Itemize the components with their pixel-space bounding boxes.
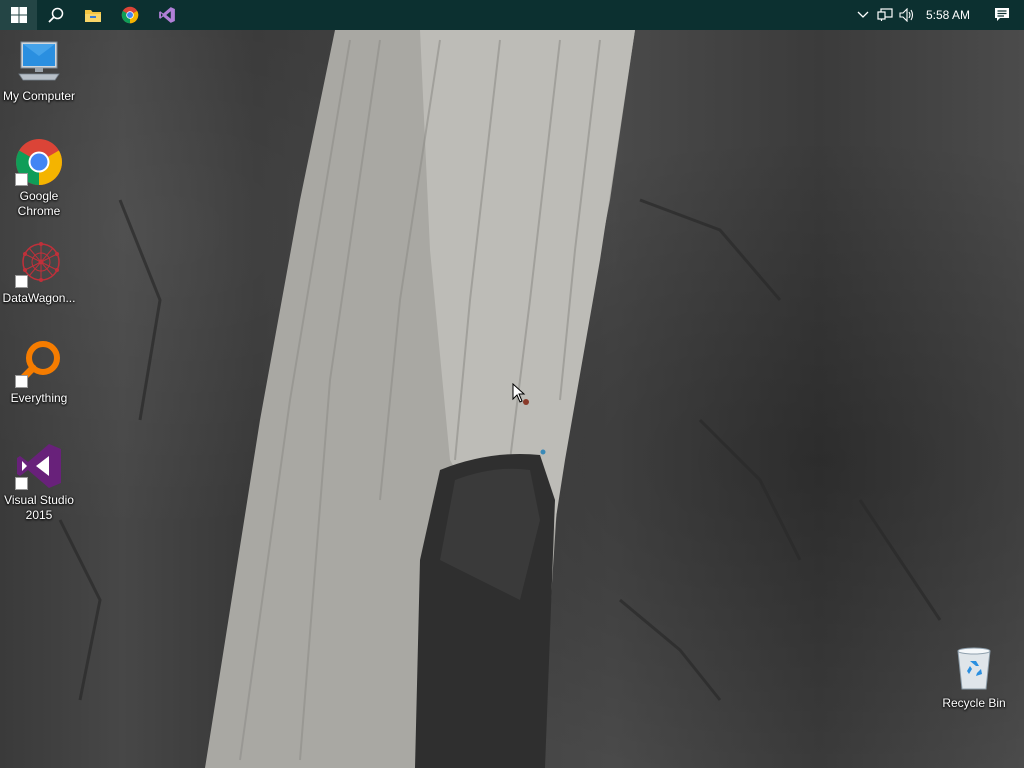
shortcut-arrow-icon — [15, 173, 28, 186]
volume-button[interactable] — [896, 0, 918, 30]
monitor-icon — [18, 41, 60, 81]
folder-icon — [84, 10, 101, 22]
chrome-icon — [121, 6, 138, 24]
desktop-icon-everything[interactable]: Everything — [1, 340, 77, 406]
show-hidden-icons-button[interactable] — [852, 0, 874, 30]
desktop-icon-label: Recycle Bin — [942, 696, 1006, 710]
desktop-icon-my-computer[interactable]: My Computer — [1, 38, 77, 104]
mouse-cursor-icon — [512, 383, 526, 403]
shortcut-arrow-icon — [15, 477, 28, 490]
taskbar: 5:58 AM — [0, 0, 1024, 30]
search-button[interactable] — [37, 0, 74, 30]
network-icon — [877, 8, 893, 21]
shortcut-arrow-icon — [15, 375, 28, 388]
desktop-icon-recycle-bin[interactable]: Recycle Bin — [936, 645, 1012, 711]
taskbar-google-chrome[interactable] — [111, 0, 148, 30]
start-button[interactable] — [0, 0, 37, 30]
windows-logo-icon — [10, 7, 27, 23]
shortcut-arrow-icon — [15, 275, 28, 288]
visual-studio-icon — [158, 7, 175, 23]
desktop-icon-label: Everything — [10, 391, 68, 405]
taskbar-visual-studio[interactable] — [148, 0, 185, 30]
desktop-icon-label: Visual Studio 2015 — [4, 493, 74, 522]
desktop-icon-datawagon[interactable]: DataWagon... — [1, 240, 77, 306]
network-button[interactable] — [874, 0, 896, 30]
action-center-button[interactable] — [980, 0, 1024, 30]
desktop-icon-visual-studio-2015[interactable]: Visual Studio 2015 — [1, 442, 77, 523]
search-icon — [47, 7, 63, 23]
taskbar-file-explorer[interactable] — [74, 0, 111, 30]
chevron-down-icon — [857, 11, 869, 18]
desktop-icon-label: Google Chrome — [17, 189, 61, 218]
desktop-screen: 5:58 AM My Computer Google Chrome DataWa… — [0, 0, 1024, 768]
system-tray: 5:58 AM — [852, 0, 1024, 30]
desktop-icon-google-chrome[interactable]: Google Chrome — [1, 138, 77, 219]
speaker-icon — [899, 8, 914, 22]
desktop-icon-label: DataWagon... — [2, 291, 76, 305]
desktop-icon-label: My Computer — [2, 89, 76, 103]
taskbar-clock[interactable]: 5:58 AM — [918, 0, 980, 30]
notification-icon — [995, 8, 1009, 21]
recycle-bin-icon — [957, 647, 991, 690]
